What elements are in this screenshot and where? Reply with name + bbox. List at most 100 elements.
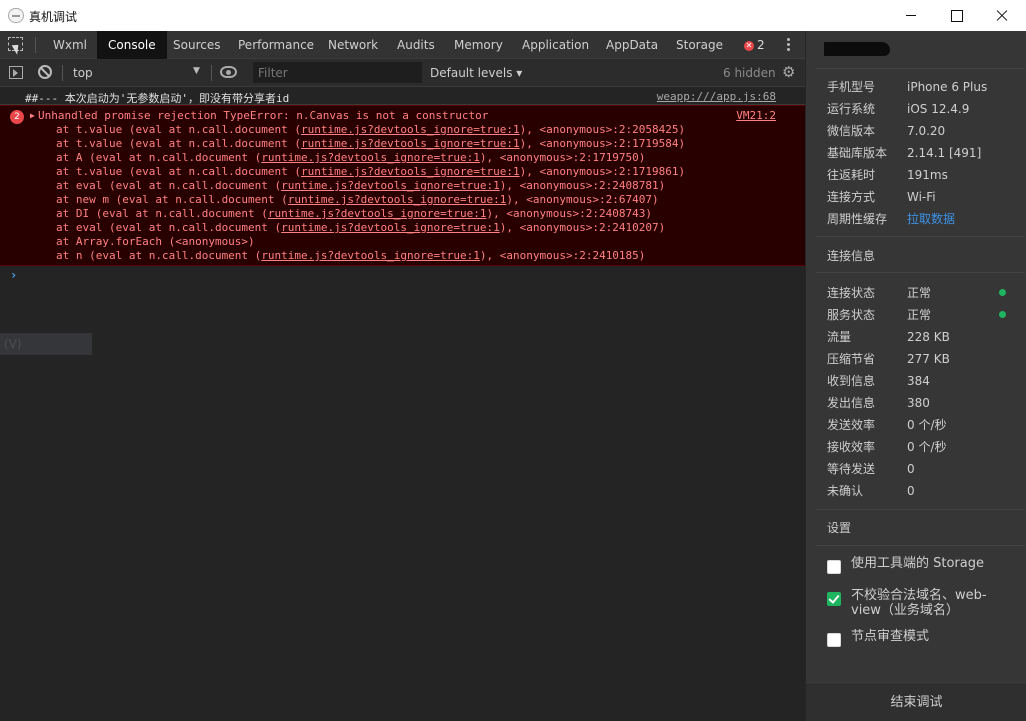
devtools-tabbar: Wxml Console Sources Performance Network… — [0, 31, 805, 59]
connection-type-label: 连接方式 — [827, 190, 876, 204]
device-info-panel: 手机型号 iPhone 6 Plus 运行系统 iOS 12.4.9 微信版本 … — [805, 31, 1026, 721]
tab-memory[interactable]: Memory — [448, 31, 509, 59]
divider — [816, 545, 1025, 546]
stack-frame-link[interactable]: runtime.js?devtools_ignore=true:1 — [301, 137, 520, 150]
device-model-value: iPhone 6 Plus — [907, 80, 988, 94]
gear-icon[interactable]: ⚙ — [782, 65, 796, 80]
stack-frame: at Array.forEach (<anonymous>) — [56, 235, 255, 248]
tab-network[interactable]: Network — [322, 31, 384, 59]
stack-frame: at t.value (eval at n.call.document (run… — [56, 137, 686, 150]
tab-audits[interactable]: Audits — [391, 31, 441, 59]
sent-value: 380 — [907, 396, 930, 410]
lib-version-value: 2.14.1 [491] — [907, 146, 982, 160]
stack-frame-link[interactable]: runtime.js?devtools_ignore=true:1 — [268, 207, 487, 220]
wechat-devtools-icon — [8, 8, 24, 23]
suggestion-text: (V) — [4, 337, 22, 351]
console-log-message: ##--- 本次启动为'无参数启动'，即没有带分享者id weapp:///ap… — [0, 88, 805, 105]
settings-section-title: 设置 — [827, 521, 852, 535]
error-count: 2 — [757, 38, 765, 52]
stack-frame-link[interactable]: runtime.js?devtools_ignore=true:1 — [288, 193, 507, 206]
status-dot-icon — [999, 311, 1006, 318]
connection-status-value: 正常 — [907, 286, 932, 300]
inspect-element-icon[interactable] — [8, 37, 25, 53]
error-stack-trace: at t.value (eval at n.call.document (run… — [56, 123, 685, 263]
log-levels-select[interactable]: Default levels ▾ — [430, 64, 522, 82]
traffic-value: 228 KB — [907, 330, 950, 344]
eye-icon[interactable] — [220, 66, 237, 78]
tab-wxml[interactable]: Wxml — [47, 31, 93, 59]
error-source-link[interactable]: VM21:2 — [736, 109, 776, 122]
devtools-panel: Wxml Console Sources Performance Network… — [0, 31, 805, 721]
maximize-button[interactable] — [933, 0, 979, 31]
unconfirmed-label: 未确认 — [827, 484, 864, 498]
receive-rate-label: 接收效率 — [827, 440, 876, 454]
more-options-icon[interactable] — [787, 38, 791, 52]
error-repeat-count: 2 — [10, 110, 24, 124]
divider — [816, 68, 1025, 69]
send-rate-value: 0 个/秒 — [907, 418, 947, 432]
divider — [35, 37, 36, 53]
compression-saved-label: 压缩节省 — [827, 352, 876, 366]
error-count-badge[interactable]: ✕ 2 — [744, 37, 765, 53]
console-filterbar: top ▼ Default levels ▾ 6 hidden ⚙ — [0, 59, 805, 87]
divider — [62, 65, 63, 81]
node-inspect-checkbox[interactable] — [827, 633, 841, 647]
use-tool-storage-label: 使用工具端的 Storage — [851, 556, 984, 571]
skip-domain-check-label: 不校验合法域名、web-view（业务域名） — [851, 588, 987, 618]
periodic-cache-label: 周期性缓存 — [827, 212, 888, 226]
minimize-button[interactable] — [888, 0, 934, 31]
avatar — [824, 42, 890, 56]
wechat-version-label: 微信版本 — [827, 124, 876, 138]
stack-frame: at eval (eval at n.call.document (runtim… — [56, 221, 666, 234]
receive-rate-value: 0 个/秒 — [907, 440, 947, 454]
stack-frame-link[interactable]: runtime.js?devtools_ignore=true:1 — [261, 151, 480, 164]
tab-appdata[interactable]: AppData — [600, 31, 664, 59]
os-label: 运行系统 — [827, 102, 876, 116]
traffic-label: 流量 — [827, 330, 852, 344]
status-dot-icon — [999, 289, 1006, 296]
filter-input[interactable] — [253, 62, 422, 83]
error-icon: ✕ — [744, 41, 754, 51]
lib-version-label: 基础库版本 — [827, 146, 888, 160]
stack-frame: at n (eval at n.call.document (runtime.j… — [56, 249, 646, 262]
stack-frame-link[interactable]: runtime.js?devtools_ignore=true:1 — [281, 179, 500, 192]
stack-frame-link[interactable]: runtime.js?devtools_ignore=true:1 — [281, 221, 500, 234]
clear-console-icon[interactable] — [38, 65, 52, 79]
tab-performance[interactable]: Performance — [232, 31, 320, 59]
node-inspect-label: 节点审查模式 — [851, 629, 930, 644]
chevron-down-icon: ▼ — [193, 66, 200, 76]
divider — [816, 272, 1025, 273]
expand-triangle-icon[interactable]: ▶ — [30, 111, 35, 120]
tab-application[interactable]: Application — [516, 31, 595, 59]
connection-type-value: Wi-Fi — [907, 190, 936, 204]
tab-sources[interactable]: Sources — [167, 31, 226, 59]
window-titlebar: 真机调试 — [0, 0, 1026, 31]
send-rate-label: 发送效率 — [827, 418, 876, 432]
close-button[interactable] — [979, 0, 1025, 31]
sidebar-toggle-icon[interactable] — [9, 66, 23, 79]
stack-frame-link[interactable]: runtime.js?devtools_ignore=true:1 — [301, 123, 520, 136]
stack-frame-link[interactable]: runtime.js?devtools_ignore=true:1 — [301, 165, 520, 178]
tab-console[interactable]: Console — [97, 31, 167, 59]
fetch-data-link[interactable]: 拉取数据 — [907, 211, 955, 227]
log-message-text: ##--- 本次启动为'无参数启动'，即没有带分享者id — [25, 92, 290, 105]
stack-frame: at t.value (eval at n.call.document (run… — [56, 165, 686, 178]
error-message-text: Unhandled promise rejection TypeError: n… — [38, 109, 489, 122]
use-tool-storage-checkbox[interactable] — [827, 560, 841, 574]
divider — [816, 236, 1025, 237]
log-source-link[interactable]: weapp:///app.js:68 — [657, 90, 776, 103]
end-debug-button[interactable]: 结束调试 — [806, 684, 1026, 721]
console-output: ##--- 本次启动为'无参数启动'，即没有带分享者id weapp:///ap… — [0, 88, 805, 721]
hidden-messages-count: 6 hidden — [723, 66, 776, 80]
tab-storage[interactable]: Storage — [670, 31, 729, 59]
stack-frame-link[interactable]: runtime.js?devtools_ignore=true:1 — [261, 249, 480, 262]
stack-frame: at new m (eval at n.call.document (runti… — [56, 193, 659, 206]
stack-frame: at DI (eval at n.call.document (runtime.… — [56, 207, 653, 220]
skip-domain-check-checkbox[interactable] — [827, 592, 841, 606]
compression-saved-value: 277 KB — [907, 352, 950, 366]
connection-section-title: 连接信息 — [827, 249, 876, 263]
console-prompt-caret[interactable]: › — [10, 268, 17, 282]
window-title: 真机调试 — [29, 10, 78, 24]
context-select[interactable]: top — [73, 64, 205, 82]
autocomplete-suggestion[interactable]: (V) — [0, 333, 92, 355]
